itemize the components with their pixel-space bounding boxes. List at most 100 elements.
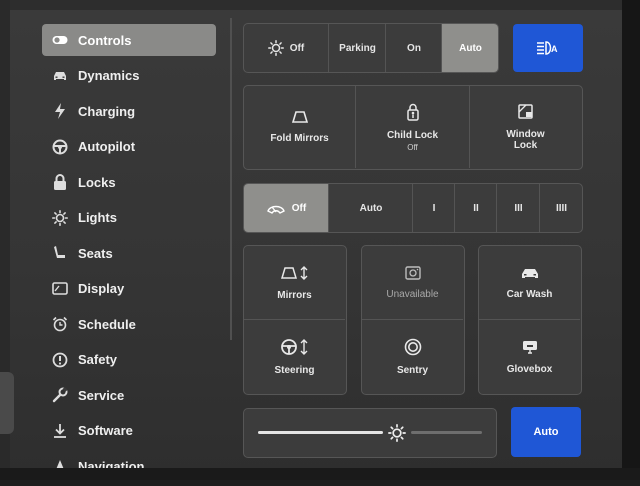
- sidebar-divider: [230, 18, 232, 340]
- alarm-clock-icon: [50, 314, 70, 334]
- sidebar-item-schedule[interactable]: Schedule: [42, 308, 216, 340]
- steering-adjust-icon: [280, 338, 310, 359]
- wiper-option-label: IIII: [555, 202, 568, 214]
- mirror-icon: [290, 110, 310, 127]
- lights-segmented-control: Off Parking On Auto: [243, 23, 499, 73]
- wiper-option-label: Off: [291, 202, 307, 214]
- wiper-option-1[interactable]: I: [412, 184, 455, 232]
- wiper-option-3[interactable]: III: [496, 184, 540, 232]
- sidebar-item-label: Autopilot: [78, 139, 136, 154]
- bezel-right: [622, 0, 640, 480]
- fold-mirrors-label: Fold Mirrors: [270, 133, 329, 144]
- child-lock-button[interactable]: Child Lock Off: [356, 86, 469, 168]
- download-icon: [50, 421, 70, 441]
- sidebar-item-label: Charging: [78, 103, 136, 119]
- sidebar-item-safety[interactable]: Safety: [42, 344, 216, 376]
- bezel-bump: [0, 372, 14, 434]
- brightness-auto-button[interactable]: Auto: [511, 407, 581, 457]
- sidebar-item-label: Service: [78, 387, 125, 403]
- wiper-option-4[interactable]: IIII: [539, 184, 582, 232]
- glovebox-label: Glovebox: [506, 363, 553, 375]
- window-lock-label: Window: [506, 128, 545, 140]
- svg-text:A: A: [551, 44, 558, 54]
- window-lock-button[interactable]: Window Lock: [470, 86, 581, 168]
- brightness-auto-label: Auto: [533, 426, 559, 438]
- auto-high-beam-button[interactable]: A: [513, 24, 583, 72]
- wiper-option-2[interactable]: II: [454, 184, 497, 232]
- alert-circle-icon: [50, 350, 70, 370]
- brightness-slider-thumb[interactable]: [385, 423, 408, 443]
- wiper-icon: [266, 202, 286, 214]
- sidebar-item-label: Lights: [78, 210, 117, 225]
- sidebar-item-label: Software: [78, 423, 133, 438]
- sidebar-item-label: Seats: [78, 245, 113, 261]
- window-lock-label-2: Lock: [513, 139, 538, 151]
- car-wash-icon: [520, 266, 540, 283]
- mirrors-label: Mirrors: [277, 289, 312, 301]
- sidebar-item-label: Locks: [78, 174, 116, 190]
- lightning-icon: [50, 101, 70, 121]
- sidebar-item-software[interactable]: Software: [42, 415, 216, 447]
- lights-option-auto[interactable]: Auto: [441, 24, 498, 72]
- mirrors-button[interactable]: Mirrors: [244, 246, 345, 319]
- lights-option-parking[interactable]: Parking: [328, 24, 386, 72]
- sidebar-item-service[interactable]: Service: [42, 379, 216, 411]
- sentry-icon: [404, 338, 422, 359]
- mirror-adjust-icon: [280, 265, 310, 284]
- lights-option-label: Off: [289, 42, 305, 54]
- brightness-panel: [243, 408, 497, 458]
- brightness-sun-icon: [387, 424, 406, 442]
- brightness-track-filled: [258, 431, 383, 434]
- wiper-segmented-control: Off Auto I II III IIII: [243, 183, 583, 233]
- seat-icon: [50, 243, 70, 263]
- wiper-option-label: II: [473, 202, 479, 214]
- sidebar: Controls Dynamics Charging Autopilot Loc…: [42, 24, 216, 486]
- sidebar-item-display[interactable]: Display: [42, 273, 216, 305]
- sidebar-item-charging[interactable]: Charging: [42, 95, 216, 127]
- fold-mirrors-button[interactable]: Fold Mirrors: [244, 86, 355, 168]
- sidebar-item-seats[interactable]: Seats: [42, 237, 216, 269]
- sidebar-item-locks[interactable]: Locks: [42, 166, 216, 198]
- auto-high-beam-icon: A: [536, 40, 560, 56]
- dashcam-button: Unavailable: [362, 246, 463, 319]
- lights-option-on[interactable]: On: [385, 24, 442, 72]
- steering-label: Steering: [274, 364, 315, 376]
- car-wash-button[interactable]: Car Wash: [479, 246, 580, 319]
- steering-button[interactable]: Steering: [244, 320, 345, 393]
- camera-icon: [404, 265, 421, 283]
- screen: Controls Dynamics Charging Autopilot Loc…: [0, 0, 640, 480]
- sidebar-item-lights[interactable]: Lights: [42, 202, 216, 234]
- steering-wheel-icon: [50, 137, 70, 157]
- wiper-option-off[interactable]: Off: [244, 184, 328, 232]
- sidebar-item-label: Safety: [78, 352, 118, 367]
- car-wash-label: Car Wash: [506, 288, 553, 300]
- glovebox-button[interactable]: Glovebox: [479, 320, 580, 393]
- sidebar-item-autopilot[interactable]: Autopilot: [42, 131, 216, 163]
- sidebar-item-controls[interactable]: Controls: [42, 24, 216, 56]
- wiper-option-label: III: [514, 202, 523, 214]
- display-icon: [50, 279, 70, 299]
- wiper-option-auto[interactable]: Auto: [328, 184, 413, 232]
- car-icon: [50, 66, 70, 86]
- sidebar-item-label: Controls: [78, 32, 132, 48]
- wrench-icon: [50, 385, 70, 405]
- sidebar-item-label: Display: [78, 281, 125, 296]
- brightness-track-empty: [410, 431, 482, 434]
- child-lock-icon: [406, 103, 420, 124]
- sidebar-item-dynamics[interactable]: Dynamics: [42, 60, 216, 92]
- toggle-icon: [50, 30, 70, 50]
- dashcam-label: Unavailable: [386, 288, 439, 300]
- sun-icon: [267, 40, 284, 56]
- lights-option-label: Parking: [339, 42, 376, 54]
- child-lock-label: Child Lock: [386, 129, 439, 141]
- wiper-option-label: Auto: [359, 202, 383, 214]
- top-strip: [10, 0, 622, 10]
- sentry-button[interactable]: Sentry: [362, 320, 463, 393]
- lock-icon: [50, 172, 70, 192]
- wiper-option-label: I: [432, 202, 436, 214]
- lights-option-label: Auto: [459, 42, 482, 54]
- bezel-bottom: [0, 468, 640, 480]
- lights-option-off[interactable]: Off: [244, 24, 328, 72]
- window-lock-icon: [517, 103, 534, 123]
- child-lock-status: Off: [407, 142, 418, 152]
